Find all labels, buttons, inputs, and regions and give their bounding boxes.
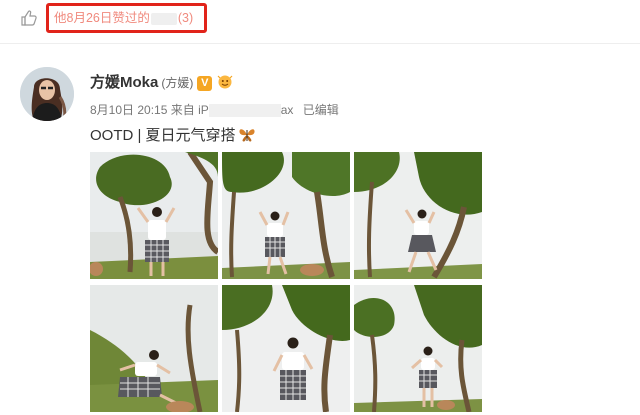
liked-text-before: 他8月26日赞过的	[54, 11, 150, 25]
thumbs-up-icon[interactable]	[20, 9, 38, 32]
author-alias: (方媛)	[161, 76, 194, 90]
butterfly-icon	[238, 127, 256, 147]
photo-thumbnail[interactable]	[222, 152, 350, 279]
post-content: OOTD | 夏日元气穿搭	[90, 124, 256, 147]
blurred-username	[150, 12, 177, 25]
liked-by-notice[interactable]: 他8月26日赞过的 (3)	[46, 3, 207, 33]
post-source-prefix: 来自 iP	[170, 103, 209, 117]
photo-grid	[90, 152, 483, 414]
photo-thumbnail[interactable]	[222, 285, 350, 412]
verified-badge-icon[interactable]: V	[197, 76, 213, 91]
author-line: 方媛Moka (方媛) V	[90, 71, 234, 93]
photo-thumbnail[interactable]	[354, 152, 482, 279]
post-meta: 8月10日 20:15 来自 iP ax 已编辑	[90, 101, 339, 118]
divider	[0, 43, 640, 44]
edited-label[interactable]: 已编辑	[303, 103, 339, 117]
blurred-device	[208, 104, 281, 118]
photo-thumbnail[interactable]	[90, 152, 218, 279]
like-notice-bar: 他8月26日赞过的 (3)	[0, 0, 640, 40]
post-date[interactable]: 8月10日 20:15	[90, 103, 167, 117]
author-name[interactable]: 方媛Moka	[90, 74, 158, 91]
post-text: OOTD | 夏日元气穿搭	[90, 127, 236, 144]
avatar[interactable]	[20, 67, 74, 121]
post-source-suffix: ax	[280, 103, 294, 117]
liked-count: (3)	[177, 11, 194, 25]
photo-thumbnail[interactable]	[354, 285, 482, 412]
fan-badge-icon[interactable]	[216, 73, 234, 93]
photo-thumbnail[interactable]	[90, 285, 218, 412]
